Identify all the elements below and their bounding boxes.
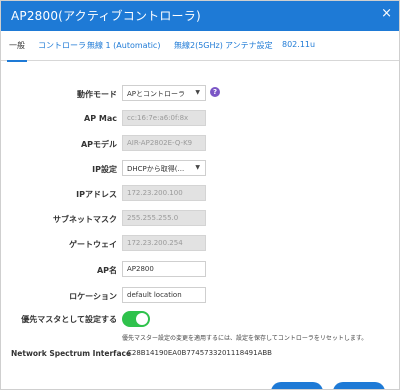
ip-setting-label: IP設定 xyxy=(92,165,117,174)
tab-bar: 一般 コントローラ 無線 1 (Automatic) 無線2(5GHz) アンテ… xyxy=(1,31,399,62)
gateway-label: ゲートウェイ xyxy=(69,240,117,249)
ap-settings-dialog: AP2800(アクティブコントローラ) × 一般 コントローラ 無線 1 (Au… xyxy=(0,0,400,390)
tab-80211u[interactable]: 802.11u xyxy=(282,40,315,49)
ip-setting-select[interactable]: DHCPから取得(... xyxy=(122,160,206,176)
footer-button-2[interactable] xyxy=(333,382,385,389)
subnet-mask-label: サブネットマスク xyxy=(53,215,117,224)
ap-name-label: AP名 xyxy=(96,266,117,275)
help-icon[interactable]: ? xyxy=(210,87,220,97)
dialog-title: AP2800(アクティブコントローラ) xyxy=(11,9,201,23)
ip-address-field: 172.23.200.100 xyxy=(122,185,206,201)
location-label: ロケーション xyxy=(69,292,117,301)
ap-model-label: APモデル xyxy=(80,140,117,149)
tab-controller[interactable]: コントローラ xyxy=(38,40,86,51)
tab-general[interactable]: 一般 xyxy=(7,40,27,62)
preferred-master-note: 優先マスター設定の変更を適用するには、設定を保存してコントローラをリセットします… xyxy=(122,335,368,342)
tab-radio-1[interactable]: 無線 1 (Automatic) xyxy=(87,40,160,51)
ap-mac-field: cc:16:7e:a6:0f:8x xyxy=(122,110,206,126)
nsi-value: C28B14190EA0B7745733201118491ABB xyxy=(127,349,272,357)
mode-select[interactable]: APとコントローラ xyxy=(122,85,206,101)
mode-label: 動作モード xyxy=(77,90,117,99)
gateway-field: 172.23.200.254 xyxy=(122,235,206,251)
dialog-header: AP2800(アクティブコントローラ) × xyxy=(1,1,399,31)
footer-button-1[interactable] xyxy=(271,382,323,389)
nsi-label: Network Spectrum Interface xyxy=(11,349,132,358)
ip-address-label: IPアドレス xyxy=(76,190,117,199)
ap-name-input[interactable]: AP2800 xyxy=(122,261,206,277)
subnet-mask-field: 255.255.255.0 xyxy=(122,210,206,226)
ap-mac-label: AP Mac xyxy=(84,114,117,123)
toggle-knob xyxy=(136,313,148,325)
tab-antenna-settings[interactable]: アンテナ設定 xyxy=(225,40,273,51)
tab-radio-2[interactable]: 無線2(5GHz) xyxy=(174,40,223,51)
preferred-master-toggle[interactable] xyxy=(122,311,150,327)
location-input[interactable]: default location xyxy=(122,287,206,303)
close-icon[interactable]: × xyxy=(381,6,392,21)
preferred-master-label: 優先マスタとして設定する xyxy=(21,315,117,324)
ap-model-field: AIR-AP2802E-Q-K9 xyxy=(122,135,206,151)
